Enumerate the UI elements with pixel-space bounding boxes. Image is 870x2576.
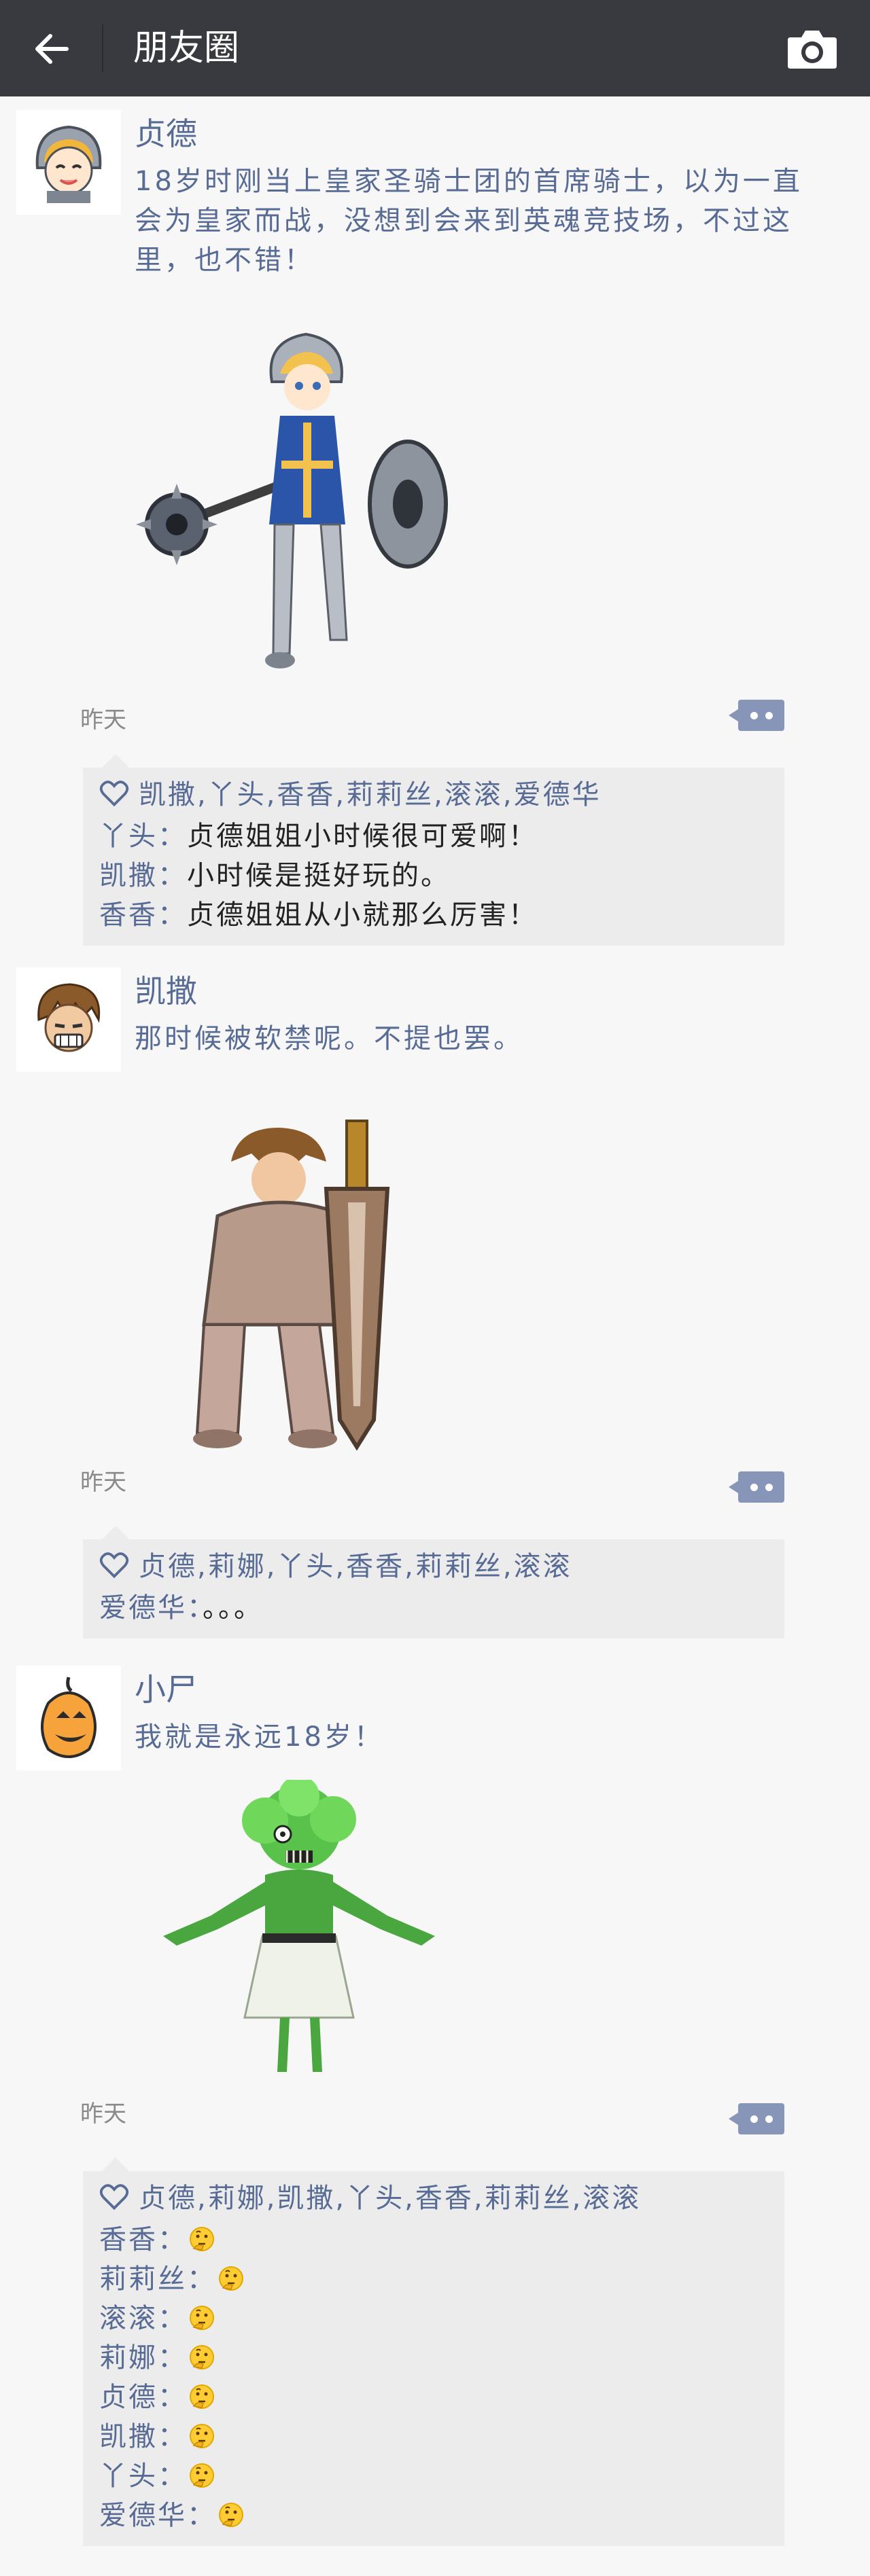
- thinking-face-icon: [190, 2424, 214, 2448]
- comment-item[interactable]: 丫头：贞德姐姐小时候很可爱啊！: [99, 817, 768, 856]
- post-author[interactable]: 小尸: [135, 1670, 197, 1709]
- avatar[interactable]: [16, 1666, 121, 1770]
- likes-names[interactable]: 凯撒,丫头,香香,莉莉丝,滚滚,爱德华: [139, 779, 602, 810]
- comment-item[interactable]: 丫头：: [99, 2456, 768, 2496]
- comment-dots-icon[interactable]: [729, 2103, 784, 2134]
- post-time: 昨天: [80, 706, 126, 734]
- comment-item[interactable]: 凯撒：: [99, 2417, 768, 2456]
- likes-line: 贞德,莉娜,丫头,香香,莉莉丝,滚滚: [83, 1539, 784, 1584]
- thinking-face-icon: [190, 2345, 214, 2369]
- avatar[interactable]: [16, 110, 121, 215]
- likes-line: 贞德,莉娜,凯撒,丫头,香香,莉莉丝,滚滚: [83, 2171, 784, 2216]
- comment-text: 。。。: [203, 1592, 263, 1624]
- knight-girl-avatar-icon: [35, 125, 102, 203]
- post-text: 18岁时刚当上皇家圣骑士团的首席骑士，以为一直会为皇家而战，没想到会来到英魂竞技…: [135, 166, 803, 276]
- comment-separator: ：: [158, 2342, 187, 2374]
- comment-separator: ：: [187, 2500, 216, 2531]
- post-time: 昨天: [80, 1469, 126, 1496]
- comment-separator: ：: [158, 2224, 187, 2255]
- comment-item[interactable]: 爱德华：。。。: [99, 1588, 768, 1628]
- comment-dots-icon[interactable]: [729, 700, 784, 731]
- camera-button[interactable]: [775, 16, 850, 82]
- post-image[interactable]: [129, 1776, 483, 2086]
- post-author[interactable]: 凯撒: [135, 971, 197, 1011]
- back-arrow-icon: [35, 34, 69, 64]
- likes-line: 凯撒,丫头,香香,莉莉丝,滚滚,爱德华: [83, 768, 784, 812]
- comment-author[interactable]: 凯撒: [99, 2421, 158, 2452]
- armored-warrior-illustration: [193, 1120, 390, 1451]
- post-text: 我就是永远18岁！: [135, 1721, 384, 1753]
- likes-names[interactable]: 贞德,莉娜,凯撒,丫头,香香,莉莉丝,滚滚: [139, 2183, 641, 2214]
- comment-item[interactable]: 香香：贞德姐姐从小就那么厉害！: [99, 895, 768, 935]
- comment-author[interactable]: 丫头: [99, 2461, 158, 2492]
- green-zombie-illustration: [163, 1776, 435, 2072]
- heart-outline-icon: [99, 1552, 129, 1579]
- thinking-face-icon: [190, 2384, 214, 2409]
- heart-outline-icon: [99, 781, 129, 807]
- comment-separator: ：: [158, 2382, 187, 2413]
- panel-pointer: [102, 1526, 129, 1539]
- comment-author[interactable]: 香香: [99, 899, 158, 931]
- comment-author[interactable]: 滚滚: [99, 2303, 158, 2334]
- likes-comments-panel: 贞德,莉娜,凯撒,丫头,香香,莉莉丝,滚滚 香香： 莉莉丝： 滚滚： 莉娜： 贞…: [83, 2158, 784, 2546]
- comment-item[interactable]: 莉娜：: [99, 2338, 768, 2378]
- comment-author[interactable]: 贞德: [99, 2382, 158, 2413]
- thinking-face-icon: [219, 2503, 243, 2527]
- thinking-face-icon: [190, 2306, 214, 2330]
- comment-item[interactable]: 爱德华：: [99, 2496, 768, 2535]
- top-nav-bar: 朋友圈: [0, 0, 870, 96]
- comment-item[interactable]: 香香：: [99, 2220, 768, 2259]
- comment-item[interactable]: 莉莉丝：: [99, 2259, 768, 2299]
- post-image[interactable]: [129, 300, 483, 681]
- comment-list: 丫头：贞德姐姐小时候很可爱啊！ 凯撒：小时候是挺好玩的。 香香：贞德姐姐从小就那…: [83, 812, 784, 946]
- comment-dots-icon[interactable]: [729, 1471, 784, 1503]
- page-title: 朋友圈: [133, 28, 240, 69]
- comment-text: 小时候是挺好玩的。: [187, 860, 450, 891]
- post-image[interactable]: [129, 1080, 483, 1461]
- comment-author[interactable]: 莉娜: [99, 2342, 158, 2374]
- thinking-face-icon: [190, 2227, 214, 2251]
- comment-author[interactable]: 凯撒: [99, 860, 158, 891]
- warrior-boy-avatar-icon: [37, 983, 101, 1052]
- comment-separator: ：: [158, 899, 187, 931]
- comment-author[interactable]: 爱德华: [99, 1592, 187, 1624]
- heart-outline-icon: [99, 2184, 129, 2211]
- comment-list: 爱德华：。。。: [83, 1584, 784, 1639]
- panel-pointer: [102, 2158, 129, 2171]
- panel-pointer: [102, 754, 129, 768]
- comment-separator: ：: [158, 2421, 187, 2452]
- post-time: 昨天: [80, 2100, 126, 2128]
- comment-item[interactable]: 贞德：: [99, 2378, 768, 2417]
- comment-item[interactable]: 滚滚：: [99, 2299, 768, 2338]
- pumpkin-avatar-icon: [41, 1677, 97, 1758]
- comment-separator: ：: [187, 1592, 203, 1624]
- comment-list: 香香： 莉莉丝： 滚滚： 莉娜： 贞德： 凯撒： 丫头： 爱德华：: [83, 2216, 784, 2546]
- comment-author[interactable]: 香香: [99, 2224, 158, 2255]
- post-text: 那时候被软禁呢。不提也罢。: [135, 1023, 523, 1054]
- comment-separator: ：: [158, 2303, 187, 2334]
- likes-comments-panel: 贞德,莉娜,丫头,香香,莉莉丝,滚滚 爱德华：。。。: [83, 1526, 784, 1639]
- header-divider: [102, 24, 103, 72]
- comment-author[interactable]: 爱德华: [99, 2500, 187, 2531]
- camera-icon: [788, 31, 837, 69]
- comment-author[interactable]: 丫头: [99, 821, 158, 852]
- comment-separator: ：: [158, 2461, 187, 2492]
- comment-item[interactable]: 凯撒：小时候是挺好玩的。: [99, 856, 768, 895]
- thinking-face-icon: [190, 2463, 214, 2488]
- thinking-face-icon: [219, 2266, 243, 2291]
- comment-separator: ：: [158, 860, 187, 891]
- back-button[interactable]: [19, 16, 84, 82]
- post-author[interactable]: 贞德: [135, 114, 197, 154]
- likes-comments-panel: 凯撒,丫头,香香,莉莉丝,滚滚,爱德华 丫头：贞德姐姐小时候很可爱啊！ 凯撒：小…: [83, 754, 784, 946]
- comment-text: 贞德姐姐小时候很可爱啊！: [187, 821, 538, 852]
- comment-author[interactable]: 莉莉丝: [99, 2264, 187, 2295]
- avatar[interactable]: [16, 967, 121, 1072]
- comment-separator: ：: [158, 821, 187, 852]
- knight-girl-illustration: [136, 332, 448, 668]
- likes-names[interactable]: 贞德,莉娜,丫头,香香,莉莉丝,滚滚: [139, 1551, 572, 1582]
- comment-text: 贞德姐姐从小就那么厉害！: [187, 899, 538, 931]
- comment-separator: ：: [187, 2264, 216, 2295]
